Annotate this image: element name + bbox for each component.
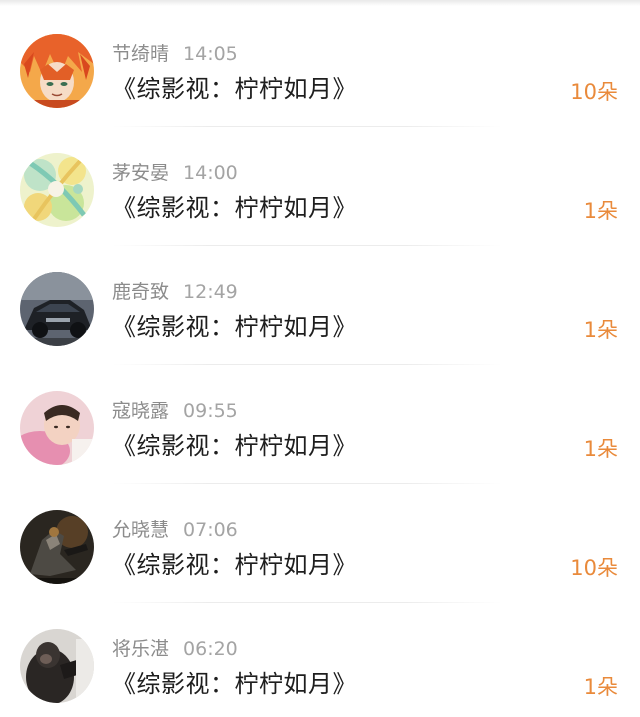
gift-count: 1朵 <box>583 437 618 461</box>
list-item[interactable]: 寇晓露 09:55 《综影视：柠柠如月》 1朵 <box>0 365 640 484</box>
record-meta: 茅安晏 14:00 <box>112 160 238 186</box>
gift-count: 10朵 <box>570 80 618 104</box>
book-title[interactable]: 《综影视：柠柠如月》 <box>112 191 357 225</box>
send-time: 14:05 <box>183 43 238 65</box>
send-time: 14:00 <box>183 162 238 184</box>
record-meta: 节绮晴 14:05 <box>112 41 238 67</box>
send-time: 06:20 <box>183 638 238 660</box>
avatar[interactable] <box>20 34 94 108</box>
record-meta: 寇晓露 09:55 <box>112 398 238 424</box>
gift-list-page: 节绮晴 14:05 《综影视：柠柠如月》 10朵 茅安晏 14:00 《综影视：… <box>0 0 640 717</box>
book-title[interactable]: 《综影视：柠柠如月》 <box>112 72 357 106</box>
gift-count: 1朵 <box>583 199 618 223</box>
book-title[interactable]: 《综影视：柠柠如月》 <box>112 667 357 701</box>
avatar[interactable] <box>20 153 94 227</box>
record-meta: 鹿奇致 12:49 <box>112 279 238 305</box>
book-title[interactable]: 《综影视：柠柠如月》 <box>112 310 357 344</box>
send-time: 12:49 <box>183 281 238 303</box>
list-item[interactable]: 将乐湛 06:20 《综影视：柠柠如月》 1朵 <box>0 603 640 717</box>
sender-name[interactable]: 茅安晏 <box>112 162 169 184</box>
gift-count: 10朵 <box>570 556 618 580</box>
sender-name[interactable]: 鹿奇致 <box>112 281 169 303</box>
avatar[interactable] <box>20 629 94 703</box>
avatar[interactable] <box>20 510 94 584</box>
gift-count: 1朵 <box>583 675 618 699</box>
list-item[interactable]: 茅安晏 14:00 《综影视：柠柠如月》 1朵 <box>0 127 640 246</box>
send-time: 09:55 <box>183 400 238 422</box>
sender-name[interactable]: 将乐湛 <box>112 638 169 660</box>
list-item[interactable]: 节绮晴 14:05 《综影视：柠柠如月》 10朵 <box>0 8 640 127</box>
record-meta: 允晓慧 07:06 <box>112 517 238 543</box>
send-time: 07:06 <box>183 519 238 541</box>
record-meta: 将乐湛 06:20 <box>112 636 238 662</box>
list-item[interactable]: 允晓慧 07:06 《综影视：柠柠如月》 10朵 <box>0 484 640 603</box>
list-item[interactable]: 鹿奇致 12:49 《综影视：柠柠如月》 1朵 <box>0 246 640 365</box>
avatar[interactable] <box>20 272 94 346</box>
book-title[interactable]: 《综影视：柠柠如月》 <box>112 548 357 582</box>
gift-count: 1朵 <box>583 318 618 342</box>
book-title[interactable]: 《综影视：柠柠如月》 <box>112 429 357 463</box>
sender-name[interactable]: 允晓慧 <box>112 519 169 541</box>
avatar[interactable] <box>20 391 94 465</box>
sender-name[interactable]: 寇晓露 <box>112 400 169 422</box>
top-edge <box>0 0 640 6</box>
sender-name[interactable]: 节绮晴 <box>112 43 169 65</box>
